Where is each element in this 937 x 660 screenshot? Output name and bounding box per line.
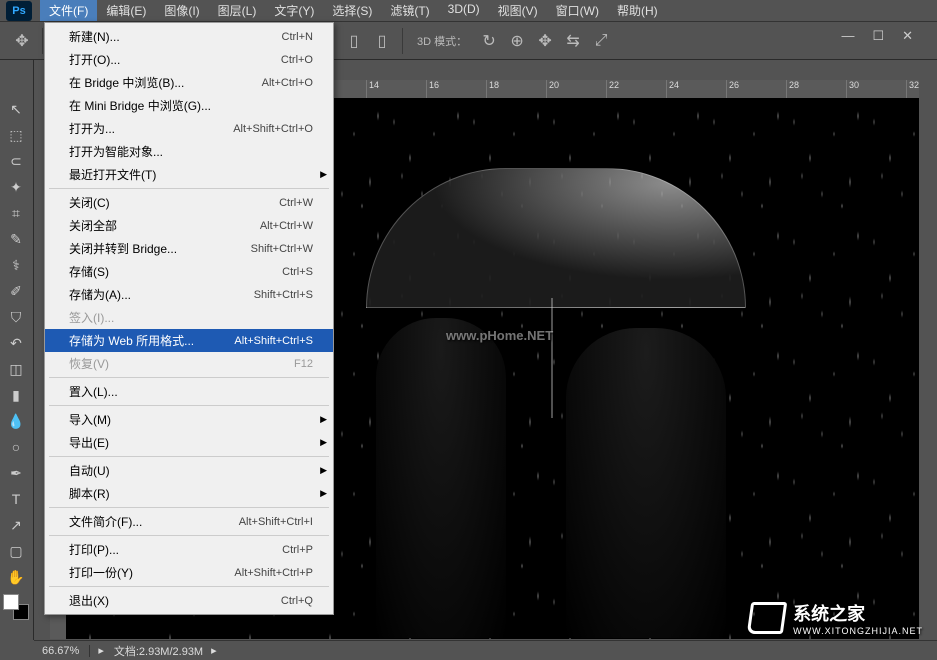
menu-item[interactable]: 图像(I) xyxy=(155,0,208,21)
pen-tool-icon[interactable]: ✒ xyxy=(1,461,31,485)
chevron-right-icon: ▶ xyxy=(320,169,327,180)
menu-item[interactable]: 3D(D) xyxy=(439,0,489,21)
window-controls: — ☐ ✕ xyxy=(841,28,913,44)
chevron-right-icon: ▶ xyxy=(320,437,327,448)
scale-icon[interactable]: ⤢ xyxy=(589,29,613,53)
hand-tool-icon[interactable]: ✋ xyxy=(1,565,31,589)
app-logo: Ps xyxy=(6,1,32,21)
menu-item[interactable]: 关闭全部Alt+Ctrl+W xyxy=(45,214,333,237)
menu-item[interactable]: 文件(F) xyxy=(40,0,97,21)
menu-item[interactable]: 帮助(H) xyxy=(608,0,667,21)
menu-item[interactable]: 存储(S)Ctrl+S xyxy=(45,260,333,283)
menu-item[interactable]: 打开(O)...Ctrl+O xyxy=(45,48,333,71)
menu-item[interactable]: 最近打开文件(T)▶ xyxy=(45,163,333,186)
dodge-tool-icon[interactable]: ○ xyxy=(1,435,31,459)
chevron-right-icon[interactable]: ▸ xyxy=(211,644,217,657)
menu-item: 签入(I)... xyxy=(45,306,333,329)
menubar: Ps 文件(F)编辑(E)图像(I)图层(L)文字(Y)选择(S)滤镜(T)3D… xyxy=(0,0,937,22)
menu-item[interactable]: 关闭并转到 Bridge...Shift+Ctrl+W xyxy=(45,237,333,260)
menu-item[interactable]: 打印(P)...Ctrl+P xyxy=(45,538,333,561)
brand-name: 系统之家 xyxy=(793,604,865,624)
slide-icon[interactable]: ⇆ xyxy=(561,29,585,53)
figure-image xyxy=(376,318,506,638)
menu-item[interactable]: 滤镜(T) xyxy=(381,0,438,21)
menu-item[interactable]: 导出(E)▶ xyxy=(45,431,333,454)
eyedropper-tool-icon[interactable]: ✎ xyxy=(1,227,31,251)
color-swatches[interactable] xyxy=(3,594,29,620)
menu-item[interactable]: 导入(M)▶ xyxy=(45,408,333,431)
menu-item[interactable]: 自动(U)▶ xyxy=(45,459,333,482)
figure-image xyxy=(566,328,726,638)
healing-tool-icon[interactable]: ⚕ xyxy=(1,253,31,277)
menu-item[interactable]: 图层(L) xyxy=(209,0,266,21)
distribute-icon[interactable]: ▯ xyxy=(370,29,394,53)
blur-tool-icon[interactable]: 💧 xyxy=(1,409,31,433)
menu-item[interactable]: 打开为...Alt+Shift+Ctrl+O xyxy=(45,117,333,140)
wand-tool-icon[interactable]: ✦ xyxy=(1,175,31,199)
crop-tool-icon[interactable]: ⌗ xyxy=(1,201,31,225)
watermark-text: www.pHome.NET xyxy=(446,328,553,343)
shape-tool-icon[interactable]: ▢ xyxy=(1,539,31,563)
menu-item[interactable]: 视图(V) xyxy=(489,0,547,21)
path-tool-icon[interactable]: ↗ xyxy=(1,513,31,537)
menu-item[interactable]: 关闭(C)Ctrl+W xyxy=(45,191,333,214)
close-icon[interactable]: ✕ xyxy=(902,28,913,44)
stamp-tool-icon[interactable]: ⛉ xyxy=(1,305,31,329)
menu-item[interactable]: 存储为 Web 所用格式...Alt+Shift+Ctrl+S xyxy=(45,329,333,352)
eraser-tool-icon[interactable]: ◫ xyxy=(1,357,31,381)
menu-separator xyxy=(49,405,329,406)
menu-item[interactable]: 置入(L)... xyxy=(45,380,333,403)
menu-item[interactable]: 退出(X)Ctrl+Q xyxy=(45,589,333,612)
menu-item[interactable]: 文件简介(F)...Alt+Shift+Ctrl+I xyxy=(45,510,333,533)
menu-item[interactable]: 文字(Y) xyxy=(265,0,323,21)
menu-item[interactable]: 在 Mini Bridge 中浏览(G)... xyxy=(45,94,333,117)
pan-icon[interactable]: ✥ xyxy=(533,29,557,53)
maximize-icon[interactable]: ☐ xyxy=(872,28,884,44)
menu-item[interactable]: 存储为(A)...Shift+Ctrl+S xyxy=(45,283,333,306)
menu-item[interactable]: 打印一份(Y)Alt+Shift+Ctrl+P xyxy=(45,561,333,584)
brand-url: WWW.XITONGZHIJIA.NET xyxy=(793,626,923,636)
gradient-tool-icon[interactable]: ▮ xyxy=(1,383,31,407)
lasso-tool-icon[interactable]: ⊂ xyxy=(1,149,31,173)
brush-tool-icon[interactable]: ✐ xyxy=(1,279,31,303)
zoom-level[interactable]: 66.67% xyxy=(42,645,90,657)
umbrella-pole xyxy=(551,298,553,418)
tools-panel: ↖ ⬚ ⊂ ✦ ⌗ ✎ ⚕ ✐ ⛉ ↶ ◫ ▮ 💧 ○ ✒ T ↗ ▢ ✋ xyxy=(0,60,34,640)
history-brush-icon[interactable]: ↶ xyxy=(1,331,31,355)
statusbar: 66.67% ▸ 文档:2.93M/2.93M ▸ xyxy=(34,640,937,660)
chevron-right-icon[interactable]: ▸ xyxy=(98,644,104,657)
chevron-right-icon: ▶ xyxy=(320,488,327,499)
menu-item[interactable]: 窗口(W) xyxy=(547,0,608,21)
chevron-right-icon: ▶ xyxy=(320,465,327,476)
file-menu-dropdown: 新建(N)...Ctrl+N打开(O)...Ctrl+O在 Bridge 中浏览… xyxy=(44,22,334,615)
menu-separator xyxy=(49,377,329,378)
rotate-icon[interactable]: ↻ xyxy=(477,29,501,53)
menu-item[interactable]: 选择(S) xyxy=(323,0,381,21)
menu-item: 恢复(V)F12 xyxy=(45,352,333,375)
menu-separator xyxy=(49,507,329,508)
doc-info: 文档:2.93M/2.93M xyxy=(112,643,203,659)
menu-item[interactable]: 编辑(E) xyxy=(97,0,155,21)
menu-item[interactable]: 在 Bridge 中浏览(B)...Alt+Ctrl+O xyxy=(45,71,333,94)
marquee-tool-icon[interactable]: ⬚ xyxy=(1,123,31,147)
distribute-icon[interactable]: ▯ xyxy=(342,29,366,53)
brand-watermark: 系统之家 WWW.XITONGZHIJIA.NET xyxy=(749,600,923,636)
menu-item[interactable]: 脚本(R)▶ xyxy=(45,482,333,505)
menu-separator xyxy=(49,188,329,189)
menu-separator xyxy=(49,456,329,457)
menu-separator xyxy=(49,535,329,536)
mode-label: 3D 模式： xyxy=(417,33,467,49)
move-tool-icon[interactable]: ↖ xyxy=(1,97,31,121)
minimize-icon[interactable]: — xyxy=(841,28,854,44)
orbit-icon[interactable]: ⊕ xyxy=(505,29,529,53)
chevron-right-icon: ▶ xyxy=(320,414,327,425)
menu-item[interactable]: 打开为智能对象... xyxy=(45,140,333,163)
type-tool-icon[interactable]: T xyxy=(1,487,31,511)
menu-item[interactable]: 新建(N)...Ctrl+N xyxy=(45,25,333,48)
menu-separator xyxy=(49,586,329,587)
brand-logo-icon xyxy=(747,602,787,634)
move-tool-icon[interactable]: ✥ xyxy=(10,29,34,53)
